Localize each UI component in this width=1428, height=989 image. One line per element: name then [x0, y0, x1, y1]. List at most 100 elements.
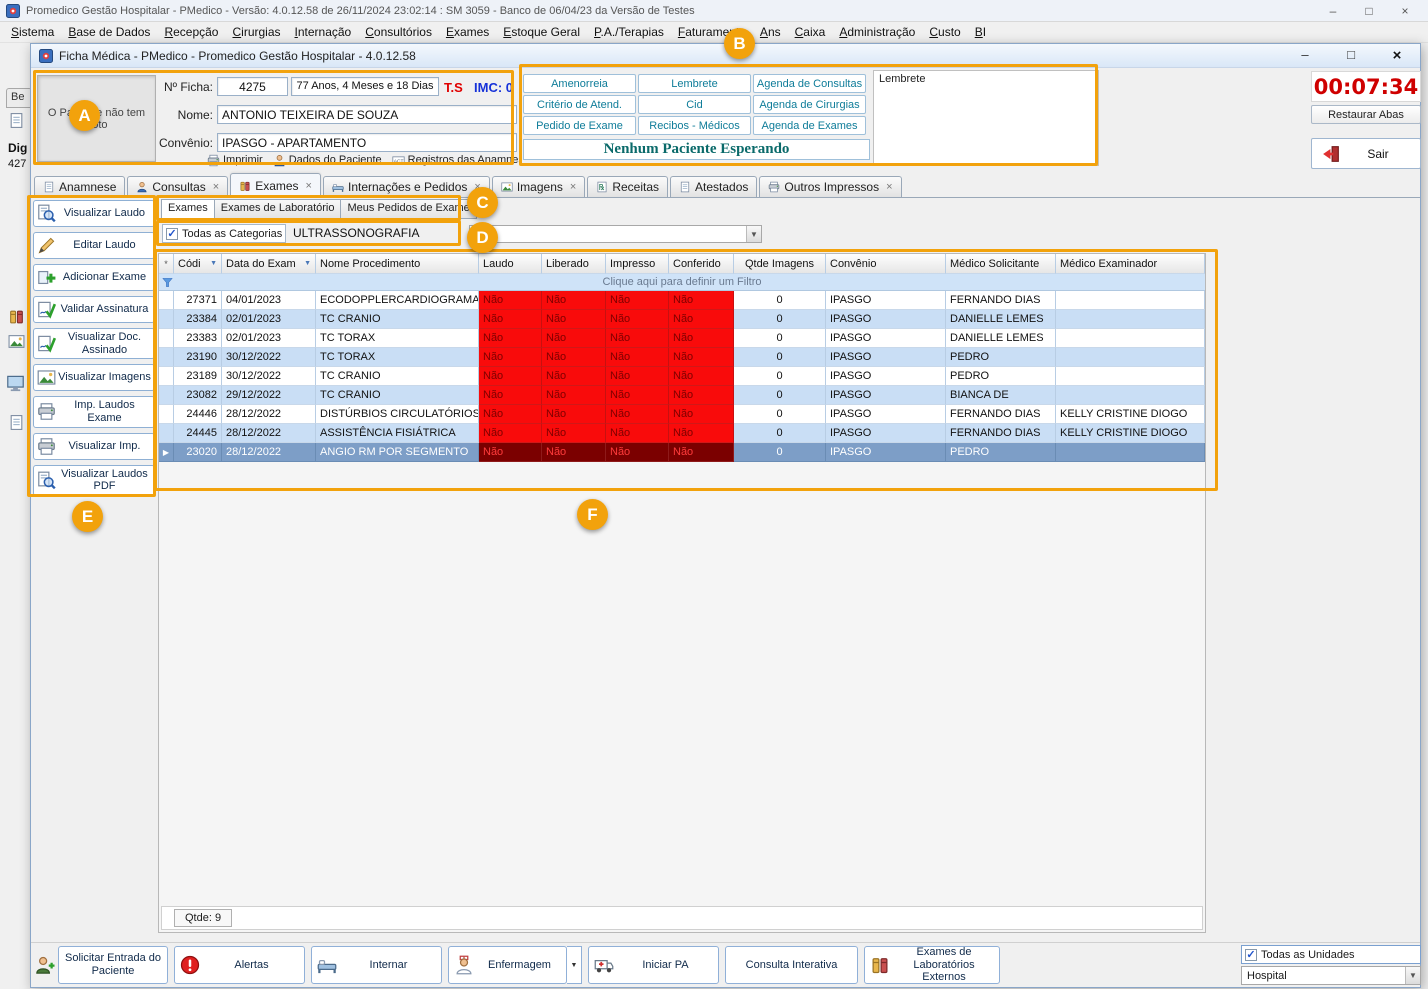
- todas-unidades-checkbox[interactable]: ✓: [1245, 948, 1257, 961]
- menu-item-base-de-dados[interactable]: Base de Dados: [61, 23, 157, 41]
- column-header-proc[interactable]: Nome Procedimento: [316, 254, 479, 274]
- exam-row[interactable]: 23383 02/01/2023 TC TORAX Não Não Não Não 0 IPAS…: [159, 329, 1205, 348]
- quick-button-recibos-medicos[interactable]: Recibos - Médicos: [638, 116, 751, 135]
- patient-link-registros-das-anamneses-log[interactable]: ACT Registros das Anamneses (Log: [392, 154, 519, 167]
- bottom-button-alertas[interactable]: Alertas: [174, 946, 305, 984]
- tab-exames[interactable]: Exames ×: [230, 173, 321, 197]
- close-icon[interactable]: ×: [1398, 4, 1412, 18]
- menu-item-consultorios[interactable]: Consultórios: [358, 23, 439, 41]
- menu-item-estoque-geral[interactable]: Estoque Geral: [496, 23, 587, 41]
- bottom-button-consulta-interativa[interactable]: Consulta Interativa: [725, 946, 858, 984]
- tab-close-icon[interactable]: ×: [474, 181, 480, 193]
- column-header-impresso[interactable]: Impresso: [606, 254, 669, 274]
- column-header-codigo[interactable]: Códi ▼: [174, 254, 222, 274]
- exam-filter-combobox[interactable]: ▼: [469, 225, 762, 243]
- combo-arrow-icon[interactable]: ▼: [1405, 967, 1420, 984]
- side-button-visualizar-laudos-pdf[interactable]: Visualizar Laudos PDF: [33, 464, 155, 496]
- quick-button-lembrete[interactable]: Lembrete: [638, 74, 751, 93]
- menu-item-faturamento[interactable]: Faturamento: [671, 23, 753, 41]
- enfermagem-dropdown-button[interactable]: ▼: [567, 946, 582, 984]
- patient-convenio-field[interactable]: IPASGO - APARTAMENTO: [217, 133, 517, 152]
- column-header-data[interactable]: Data do Exam ▼: [222, 254, 316, 274]
- menu-item-ans[interactable]: Ans: [753, 23, 788, 41]
- exam-row[interactable]: 24446 28/12/2022 DISTÚRBIOS CIRCULATÓRIOS N…: [159, 405, 1205, 424]
- tab-receitas[interactable]: Receitas: [587, 176, 668, 197]
- tab-consultas[interactable]: Consultas ×: [127, 176, 229, 197]
- unit-combobox[interactable]: Hospital ▼: [1241, 966, 1421, 985]
- side-button-imp-laudos-exame[interactable]: Imp. Laudos Exame: [33, 396, 155, 428]
- exam-row[interactable]: 23384 02/01/2023 TC CRANIO Não Não Não Não 0 IPA…: [159, 310, 1205, 329]
- column-header-liberado[interactable]: Liberado: [542, 254, 606, 274]
- tab-close-icon[interactable]: ×: [213, 181, 219, 193]
- ficha-number-field[interactable]: 4275: [217, 77, 288, 96]
- side-button-visualizar-imp[interactable]: Visualizar Imp.: [33, 432, 155, 460]
- side-button-visualizar-imagens[interactable]: Visualizar Imagens: [33, 364, 155, 392]
- quick-button-cid[interactable]: Cid: [638, 95, 751, 114]
- grid-filter-row[interactable]: Clique aqui para definir um Filtro: [159, 274, 1205, 291]
- bottom-button-iniciar-pa[interactable]: Iniciar PA: [588, 946, 719, 984]
- menu-item-sistema[interactable]: Sistema: [4, 23, 61, 41]
- tab-outros-impressos[interactable]: Outros Impressos ×: [759, 176, 902, 197]
- menu-item-bi[interactable]: BI: [968, 23, 993, 41]
- subtab-meus-pedidos-de-exame[interactable]: Meus Pedidos de Exame: [341, 199, 477, 219]
- column-header-conferido[interactable]: Conferido: [669, 254, 734, 274]
- patient-link-imprimir[interactable]: Imprimir: [207, 154, 263, 167]
- quick-button-agenda-de-exames[interactable]: Agenda de Exames: [753, 116, 866, 135]
- exam-row[interactable]: 27371 04/01/2023 ECODOPPLERCARDIOGRAMA Não N…: [159, 291, 1205, 310]
- side-button-adicionar-exame[interactable]: Adicionar Exame: [33, 264, 155, 291]
- ficha-close-icon[interactable]: ×: [1390, 47, 1404, 64]
- bottom-button-enfermagem[interactable]: Enfermagem: [448, 946, 567, 984]
- menu-item-caixa[interactable]: Caixa: [788, 23, 833, 41]
- column-header-laudo[interactable]: Laudo: [479, 254, 542, 274]
- column-header-examinador[interactable]: Médico Examinador: [1056, 254, 1205, 274]
- combo-arrow-icon[interactable]: ▼: [746, 226, 761, 242]
- exam-row[interactable]: 24445 28/12/2022 ASSISTÊNCIA FISIÁTRICA Não…: [159, 424, 1205, 443]
- tab-close-icon[interactable]: ×: [306, 180, 312, 192]
- menu-item-internacao[interactable]: Internação: [288, 23, 359, 41]
- lembrete-memo[interactable]: Lembrete: [873, 70, 1099, 166]
- quick-button-amenorreia[interactable]: Amenorreia: [523, 74, 636, 93]
- bottom-button-exames-de-laboratorios-externos[interactable]: Exames de Laboratórios Externos: [864, 946, 1000, 984]
- todas-categorias-checkbox[interactable]: ✓: [166, 227, 178, 240]
- maximize-icon[interactable]: □: [1362, 4, 1376, 18]
- minimize-icon[interactable]: –: [1326, 4, 1340, 18]
- menu-item-p-a-terapias[interactable]: P.A./Terapias: [587, 23, 671, 41]
- bottom-button-solicitar-entrada-do-paciente[interactable]: Solicitar Entrada do Paciente: [58, 946, 168, 984]
- ficha-window-titlebar[interactable]: Ficha Médica - PMedico - Promedico Gestã…: [31, 44, 1420, 68]
- sair-button[interactable]: Sair: [1311, 138, 1421, 169]
- ts-link[interactable]: T.S: [444, 80, 463, 95]
- exam-row[interactable]: 23190 30/12/2022 TC TORAX Não Não Não Não 0 IPAS…: [159, 348, 1205, 367]
- side-button-validar-assinatura[interactable]: Validar Assinatura: [33, 296, 155, 323]
- sort-arrow-icon[interactable]: ▼: [208, 260, 217, 267]
- side-button-visualizar-laudo[interactable]: Visualizar Laudo: [33, 200, 155, 227]
- tab-close-icon[interactable]: ×: [570, 181, 576, 193]
- menu-item-custo[interactable]: Custo: [922, 23, 967, 41]
- menu-item-recepcao[interactable]: Recepção: [157, 23, 225, 41]
- quick-button-agenda-de-consultas[interactable]: Agenda de Consultas: [753, 74, 866, 93]
- column-header-convenio[interactable]: Convênio: [826, 254, 946, 274]
- ficha-minimize-icon[interactable]: –: [1298, 47, 1312, 64]
- quick-button-criterio-de-atend[interactable]: Critério de Atend.: [523, 95, 636, 114]
- menu-item-exames[interactable]: Exames: [439, 23, 496, 41]
- exam-row[interactable]: 23082 29/12/2022 TC CRANIO Não Não Não Não 0 IPA…: [159, 386, 1205, 405]
- tab-close-icon[interactable]: ×: [886, 181, 892, 193]
- quick-button-pedido-de-exame[interactable]: Pedido de Exame: [523, 116, 636, 135]
- tab-imagens[interactable]: Imagens ×: [491, 176, 586, 197]
- restaurar-abas-button[interactable]: Restaurar Abas: [1311, 105, 1421, 124]
- patient-name-field[interactable]: ANTONIO TEIXEIRA DE SOUZA: [217, 105, 517, 124]
- sort-arrow-icon[interactable]: ▼: [302, 260, 311, 267]
- column-header-solicitante[interactable]: Médico Solicitante: [946, 254, 1056, 274]
- tab-internacoes-e-pedidos[interactable]: Internações e Pedidos ×: [322, 176, 490, 197]
- subtab-exames-de-laboratorio[interactable]: Exames de Laboratório: [214, 199, 342, 219]
- menu-item-cirurgias[interactable]: Cirurgias: [225, 23, 287, 41]
- column-header-icon[interactable]: *: [159, 254, 174, 274]
- subtab-exames[interactable]: Exames: [161, 199, 215, 219]
- tab-atestados[interactable]: Atestados: [670, 176, 758, 197]
- side-button-visualizar-doc-assinado[interactable]: Visualizar Doc. Assinado: [33, 328, 155, 360]
- patient-link-dados-do-paciente[interactable]: Dados do Paciente: [273, 154, 382, 167]
- imc-link[interactable]: IMC: 0: [474, 80, 513, 95]
- side-button-editar-laudo[interactable]: Editar Laudo: [33, 232, 155, 259]
- menu-item-administracao[interactable]: Administração: [832, 23, 922, 41]
- column-header-qtde[interactable]: Qtde Imagens: [734, 254, 826, 274]
- ficha-restore-icon[interactable]: □: [1344, 47, 1358, 64]
